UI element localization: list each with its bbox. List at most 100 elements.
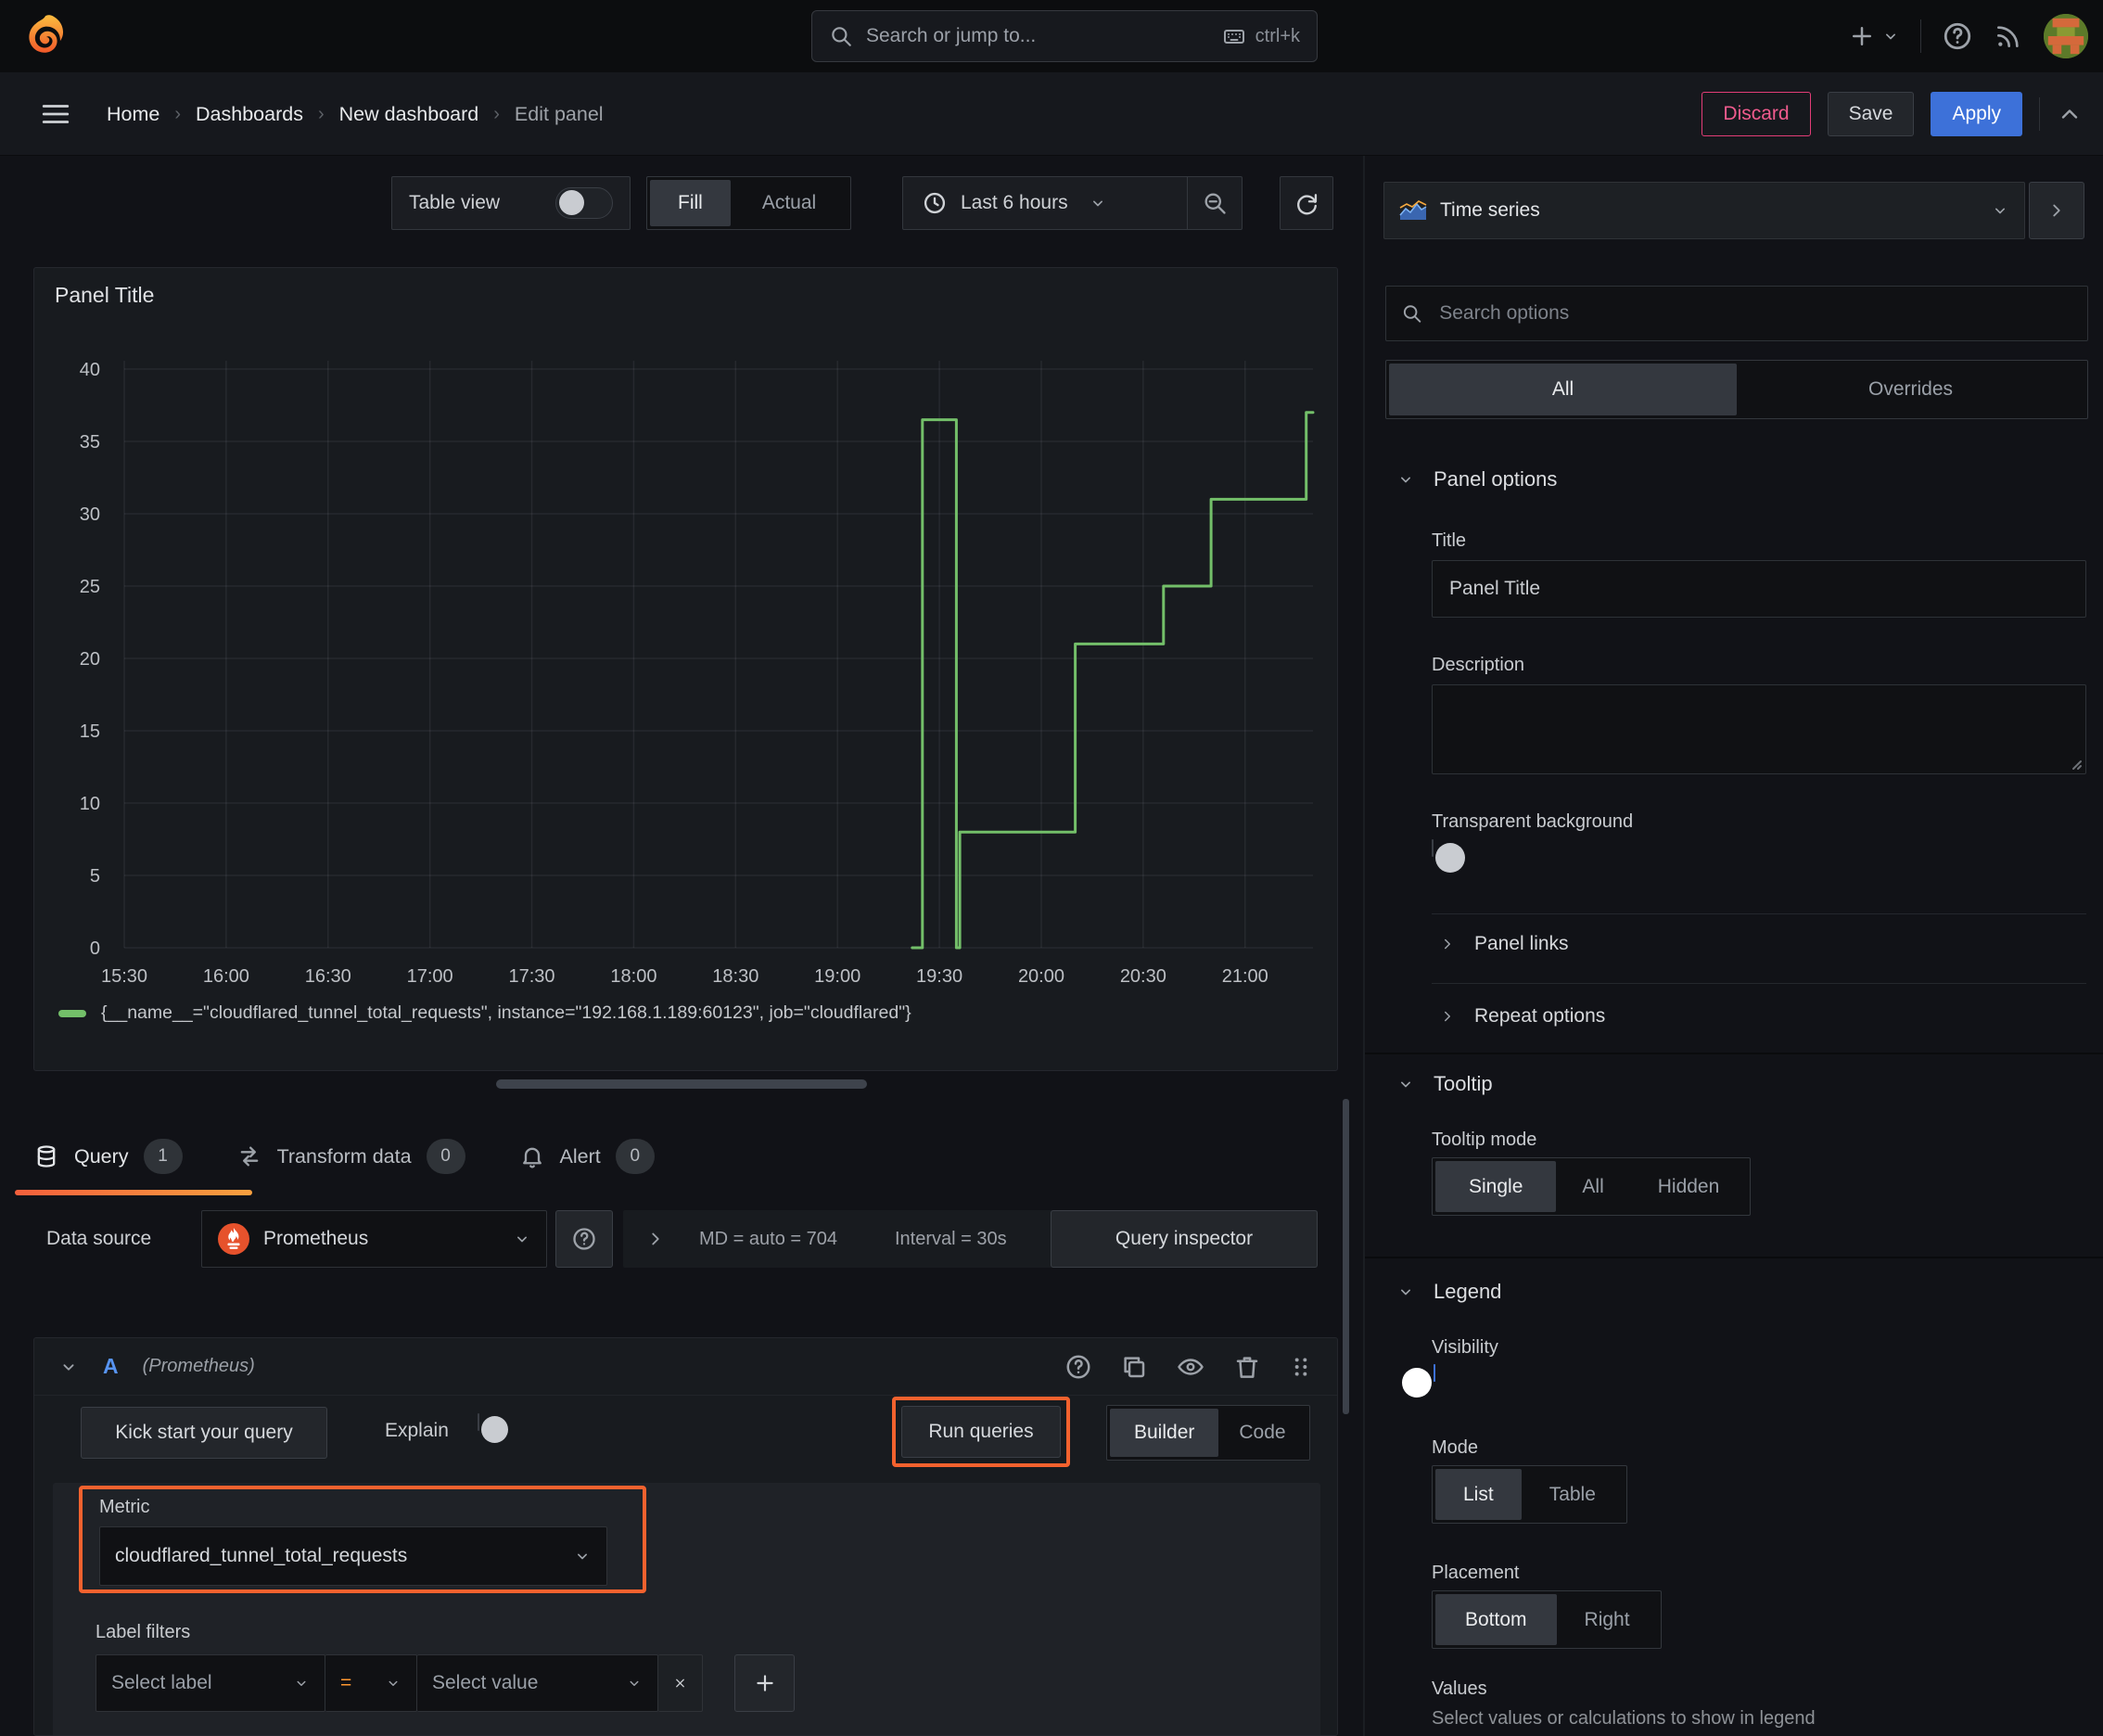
apply-button[interactable]: Apply <box>1931 92 2022 136</box>
zoom-out-button[interactable] <box>1188 190 1242 216</box>
title-field[interactable] <box>1432 560 2086 618</box>
tooltip-all-option[interactable]: All <box>1556 1161 1629 1212</box>
legend-visibility-toggle[interactable] <box>1402 1364 1435 1398</box>
expand-icon[interactable] <box>645 1229 666 1249</box>
time-picker: Last 6 hours <box>902 176 1243 230</box>
delete-query-icon[interactable] <box>1233 1353 1261 1381</box>
svg-text:20:00: 20:00 <box>1018 966 1064 987</box>
help-button[interactable] <box>1942 20 1973 52</box>
breadcrumb-new-dashboard[interactable]: New dashboard <box>339 103 479 126</box>
code-option[interactable]: Code <box>1218 1409 1306 1457</box>
label-filter-row: Select label = Select value <box>96 1654 795 1712</box>
repeat-options-section[interactable]: Repeat options <box>1439 1000 1605 1033</box>
resize-handle-icon[interactable] <box>2068 756 2083 771</box>
visualization-picker[interactable]: Time series <box>1383 182 2025 239</box>
run-queries-button[interactable]: Run queries <box>901 1406 1061 1458</box>
query-ref-id[interactable]: A <box>103 1354 119 1379</box>
drag-handle-icon[interactable] <box>1289 1353 1313 1381</box>
table-view-toggle[interactable] <box>555 187 613 219</box>
legend-series-label[interactable]: {__name__="cloudflared_tunnel_total_requ… <box>101 1002 911 1024</box>
description-label: Description <box>1432 655 1525 675</box>
svg-text:5: 5 <box>90 866 100 887</box>
query-help-icon[interactable] <box>1064 1353 1092 1381</box>
tab-overrides[interactable]: Overrides <box>1737 364 2084 415</box>
time-series-chart[interactable]: 0 5 10 15 20 25 30 35 40 15:30 16:00 16:30 17:00 17:3… <box>34 361 1337 1010</box>
refresh-button[interactable] <box>1280 176 1333 230</box>
remove-filter-button[interactable] <box>658 1654 703 1712</box>
save-button[interactable]: Save <box>1827 92 1915 136</box>
rss-icon <box>1997 26 2019 47</box>
builder-option[interactable]: Builder <box>1110 1409 1219 1457</box>
explain-toggle[interactable] <box>478 1413 508 1443</box>
tab-all[interactable]: All <box>1389 364 1737 415</box>
legend-right-option[interactable]: Right <box>1557 1594 1658 1645</box>
tab-query-count: 1 <box>143 1139 183 1174</box>
fill-option[interactable]: Fill <box>650 180 731 226</box>
legend-list-option[interactable]: List <box>1435 1469 1522 1520</box>
svg-text:15: 15 <box>80 721 100 742</box>
tooltip-section[interactable]: Tooltip <box>1396 1072 1493 1096</box>
zoom-out-icon <box>1204 193 1226 214</box>
metric-select[interactable]: cloudflared_tunnel_total_requests <box>99 1526 607 1586</box>
discard-button[interactable]: Discard <box>1702 92 1811 136</box>
fill-actual-switch: Fill Actual <box>646 176 852 230</box>
title-input[interactable] <box>1433 561 2085 617</box>
panel-options-section[interactable]: Panel options <box>1396 467 1557 491</box>
collapse-editor-button[interactable] <box>2057 101 2083 127</box>
collapse-options-button[interactable] <box>2029 182 2084 239</box>
operator-dropdown[interactable]: = <box>325 1654 417 1712</box>
description-input[interactable] <box>1433 685 2085 773</box>
hide-query-icon[interactable] <box>1176 1353 1205 1381</box>
breadcrumb-home[interactable]: Home <box>107 103 159 126</box>
panel-resize-handle[interactable] <box>496 1079 867 1089</box>
global-search[interactable]: ctrl+k <box>811 10 1318 62</box>
legend-swatch[interactable] <box>58 1009 86 1017</box>
new-menu-button[interactable] <box>1848 22 1900 50</box>
search-input[interactable] <box>866 25 1207 47</box>
user-avatar[interactable] <box>2044 14 2088 58</box>
tab-alert[interactable]: Alert 0 <box>519 1117 655 1195</box>
chart-panel[interactable]: Panel Title 0 5 10 15 20 25 30 35 40 15:30 16:00 16… <box>33 267 1338 1071</box>
legend-placement-switch: Bottom Right <box>1432 1590 1662 1649</box>
time-range-button[interactable]: Last 6 hours <box>903 190 1187 216</box>
legend-table-option[interactable]: Table <box>1522 1469 1624 1520</box>
plus-icon <box>1853 27 1871 45</box>
datasource-help-button[interactable] <box>555 1210 613 1268</box>
kickstart-button[interactable]: Kick start your query <box>81 1407 327 1459</box>
grafana-logo-icon[interactable] <box>20 13 67 64</box>
svg-text:17:30: 17:30 <box>509 966 555 987</box>
datasource-label: Data source <box>46 1228 152 1249</box>
tooltip-hidden-option[interactable]: Hidden <box>1630 1161 1748 1212</box>
query-inspector-button[interactable]: Query inspector <box>1051 1210 1318 1268</box>
datasource-picker[interactable]: Prometheus <box>201 1210 547 1268</box>
description-field[interactable] <box>1432 684 2086 774</box>
time-range-label: Last 6 hours <box>961 192 1068 213</box>
select-label-dropdown[interactable]: Select label <box>96 1654 325 1712</box>
tooltip-single-option[interactable]: Single <box>1435 1161 1557 1212</box>
options-search[interactable] <box>1385 286 2088 341</box>
collapse-query-icon[interactable] <box>58 1357 79 1377</box>
panel-links-section[interactable]: Panel links <box>1439 927 1569 961</box>
mega-menu-button[interactable] <box>39 98 72 130</box>
legend-bottom-option[interactable]: Bottom <box>1435 1594 1557 1645</box>
select-value-dropdown[interactable]: Select value <box>417 1654 658 1712</box>
svg-text:16:30: 16:30 <box>305 966 351 987</box>
duplicate-query-icon[interactable] <box>1120 1353 1148 1381</box>
help-icon <box>1944 22 1971 50</box>
chevron-down-icon <box>1401 1081 1410 1088</box>
breadcrumb-separator: › <box>317 103 325 124</box>
options-search-input[interactable] <box>1422 287 2087 340</box>
tab-transform[interactable]: Transform data 0 <box>236 1117 465 1195</box>
actual-option[interactable]: Actual <box>731 180 848 226</box>
add-filter-button[interactable] <box>734 1654 795 1712</box>
svg-text:17:00: 17:00 <box>407 966 453 987</box>
panel-options-heading: Panel options <box>1434 467 1558 491</box>
tab-query[interactable]: Query 1 <box>15 1117 252 1195</box>
legend-section[interactable]: Legend <box>1396 1280 1501 1304</box>
svg-text:18:00: 18:00 <box>610 966 656 987</box>
transparent-bg-toggle[interactable] <box>1432 839 1465 873</box>
breadcrumb-dashboards[interactable]: Dashboards <box>196 103 303 126</box>
legend-values-hint: Select values or calculations to show in… <box>1432 1708 1816 1729</box>
news-button[interactable] <box>1994 21 2023 51</box>
editor-tabs: Query 1 Transform data 0 Alert 0 <box>15 1117 655 1195</box>
